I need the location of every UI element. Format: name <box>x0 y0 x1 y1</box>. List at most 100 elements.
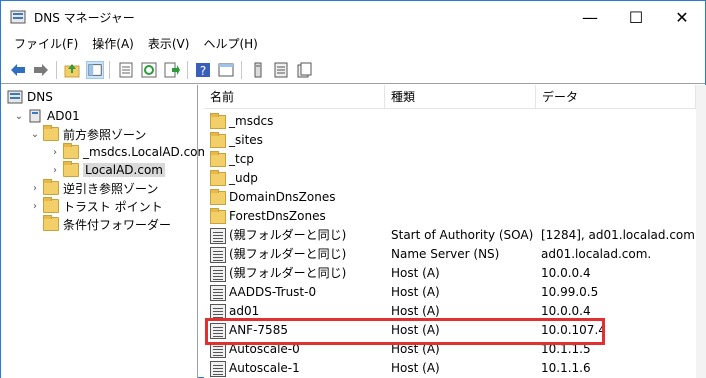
title-bar[interactable]: DNS マネージャー — ☐ ✕ <box>1 1 705 33</box>
table-row[interactable]: _tcp <box>204 150 706 169</box>
tree-item-reverse-zones[interactable]: › 逆引き参照ゾーン <box>29 179 158 197</box>
folder-icon <box>43 179 59 195</box>
table-row[interactable]: _msdcs <box>204 112 706 131</box>
record-name-cell: _sites <box>210 131 390 150</box>
tree-item-localad-zone[interactable]: › LocalAD.com <box>49 161 165 179</box>
column-header-data[interactable]: データ <box>536 85 696 109</box>
folder-icon <box>210 131 226 148</box>
record-name-cell: DomainDnsZones <box>210 188 390 207</box>
toolbar: ? <box>1 56 705 84</box>
chevron-down-icon[interactable]: ⌄ <box>29 128 41 140</box>
tree-item-dns[interactable]: DNS <box>7 88 53 106</box>
export-icon[interactable] <box>163 61 181 79</box>
tree-item-forward-zones[interactable]: ⌄ 前方参照ゾーン <box>29 125 146 143</box>
table-row[interactable]: _udp <box>204 169 706 188</box>
maximize-button[interactable]: ☐ <box>613 1 659 33</box>
tree-label-msdcs-zone: _msdcs.LocalAD.com <box>83 145 210 159</box>
record-type-cell <box>391 131 541 150</box>
record-type-cell: Name Server (NS) <box>391 247 500 261</box>
copy-icon[interactable] <box>295 61 313 79</box>
column-header-type[interactable]: 種類 <box>385 85 536 109</box>
chevron-right-icon[interactable]: › <box>49 164 61 176</box>
tree-label-reverse-zones: 逆引き参照ゾーン <box>63 181 159 196</box>
record-icon <box>210 360 226 377</box>
tree-item-trust-points[interactable]: › トラスト ポイント <box>29 197 163 215</box>
tree-label-trust-points: トラスト ポイント <box>63 199 163 214</box>
record-type-cell: Start of Authority (SOA) <box>391 228 534 242</box>
table-row[interactable]: Autoscale-1 Host (A) 10.1.1.6 <box>204 359 706 378</box>
tree-item-msdcs-zone[interactable]: › _msdcs.LocalAD.com <box>49 143 209 161</box>
column-header-name[interactable]: 名前 <box>204 85 385 109</box>
back-arrow-icon[interactable] <box>9 61 27 79</box>
record-type-cell: Host (A) <box>391 266 440 280</box>
chevron-down-icon[interactable]: ⌄ <box>13 110 25 122</box>
menu-help[interactable]: ヘルプ(H) <box>196 33 264 55</box>
table-row[interactable]: (親フォルダーと同じ) Start of Authority (SOA) [1284… <box>204 226 706 245</box>
highlight-annotation <box>205 318 605 345</box>
record-type-cell <box>391 150 541 169</box>
table-row[interactable]: (親フォルダーと同じ) Name Server (NS) ad01.localad.… <box>204 245 706 264</box>
table-row[interactable]: (親フォルダーと同じ) Host (A) 10.0.0.4 <box>204 264 706 283</box>
record-name-cell: (親フォルダーと同じ) <box>210 226 390 245</box>
close-button[interactable]: ✕ <box>659 1 705 33</box>
record-data-cell <box>541 188 701 207</box>
list-icon[interactable] <box>272 61 290 79</box>
list-header: 名前 種類 データ <box>204 85 706 109</box>
record-name-cell: _tcp <box>210 150 390 169</box>
tree-pane: DNS ⌄ AD01 ⌄ 前方参照ゾーン › _msdcs.LocalAD.co… <box>1 85 209 378</box>
dns-manager-window: DNS マネージャー — ☐ ✕ ファイル(F) 操作(A) 表示(V) ヘルプ… <box>0 0 706 378</box>
table-row[interactable]: ForestDnsZones <box>204 207 706 226</box>
folder-icon <box>210 169 226 186</box>
record-name-cell: Autoscale-1 <box>210 359 390 378</box>
tree-label-conditional-forwarders: 条件付フォワーダー <box>63 217 172 232</box>
show-tree-icon[interactable] <box>86 61 104 79</box>
properties-icon[interactable] <box>117 61 135 79</box>
record-name: _tcp <box>229 152 254 166</box>
menu-file[interactable]: ファイル(F) <box>7 33 85 55</box>
help-icon[interactable]: ? <box>194 61 212 79</box>
record-name-cell: (親フォルダーと同じ) <box>210 264 390 283</box>
record-type-cell <box>391 207 541 226</box>
tree-item-ad01[interactable]: ⌄ AD01 <box>13 107 80 125</box>
server-icon[interactable] <box>249 61 267 79</box>
record-data-cell: 10.0.0.4 <box>541 266 591 280</box>
folder-icon <box>210 207 226 224</box>
table-row[interactable]: AADDS-Trust-0 Host (A) 10.99.0.5 <box>204 283 706 302</box>
record-data-cell <box>541 131 701 150</box>
forward-arrow-icon[interactable] <box>32 61 50 79</box>
folder-icon <box>43 197 59 213</box>
record-data-cell: 10.1.1.6 <box>541 361 591 375</box>
menu-view[interactable]: 表示(V) <box>141 33 197 55</box>
record-name-cell: _udp <box>210 169 390 188</box>
table-row[interactable]: DomainDnsZones <box>204 188 706 207</box>
chevron-right-icon[interactable]: › <box>49 146 61 158</box>
minimize-button[interactable]: — <box>567 1 613 33</box>
record-name: AADDS-Trust-0 <box>229 285 317 299</box>
table-row[interactable]: _sites <box>204 131 706 150</box>
folder-icon <box>43 125 59 141</box>
tree-label-dns: DNS <box>27 90 53 104</box>
dns-app-icon <box>10 10 26 24</box>
record-name: _msdcs <box>229 114 274 128</box>
record-name-cell: _msdcs <box>210 112 390 131</box>
record-name: Autoscale-1 <box>229 361 300 375</box>
server-icon <box>29 109 41 123</box>
tree-item-conditional-forwarders[interactable]: 条件付フォワーダー <box>43 215 171 233</box>
dns-icon <box>7 90 23 104</box>
tree-label-ad01: AD01 <box>47 109 80 123</box>
record-name: ForestDnsZones <box>229 209 326 223</box>
menu-bar: ファイル(F) 操作(A) 表示(V) ヘルプ(H) <box>1 33 705 55</box>
record-type-cell <box>391 169 541 188</box>
record-type-cell: Host (A) <box>391 361 440 375</box>
vertical-scrollbar[interactable] <box>696 85 706 378</box>
chevron-right-icon[interactable]: › <box>29 182 41 194</box>
chevron-right-icon[interactable]: › <box>29 200 41 212</box>
record-data-cell <box>541 207 701 226</box>
record-name: _udp <box>229 171 258 185</box>
refresh-icon[interactable] <box>140 61 158 79</box>
record-data-cell: ad01.localad.com. <box>541 247 652 261</box>
show-pane-icon[interactable] <box>217 61 235 79</box>
record-data-cell <box>541 112 701 131</box>
up-folder-icon[interactable] <box>63 61 81 79</box>
menu-action[interactable]: 操作(A) <box>85 33 141 55</box>
